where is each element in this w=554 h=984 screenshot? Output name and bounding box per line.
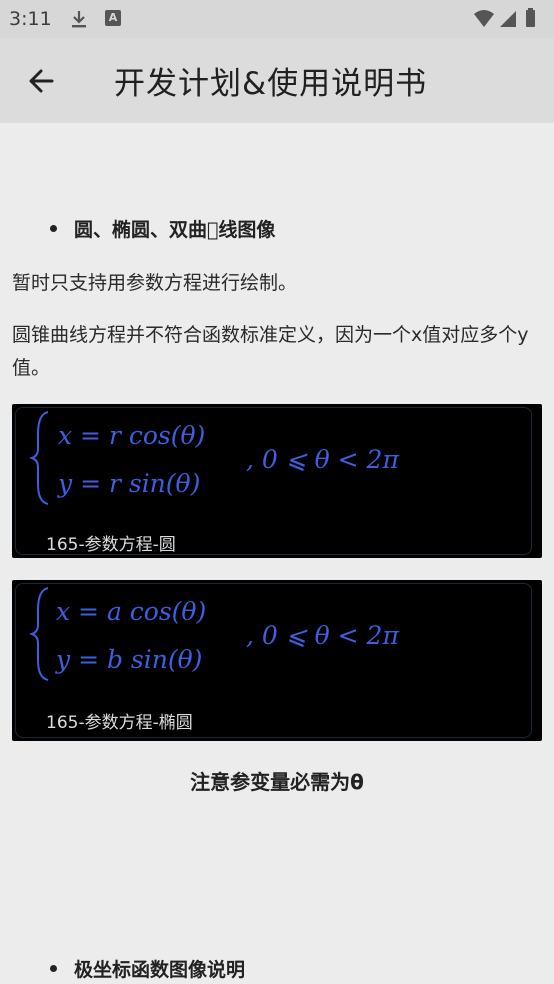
image-caption: 165-参数方程-圆 <box>46 535 176 555</box>
formula-range: , 0 ⩽ θ < 2π <box>246 621 399 650</box>
section-heading-text: 极坐标函数图像说明 <box>74 959 246 981</box>
formula-line-2: y = b sin(θ) <box>55 645 202 674</box>
formula-image-ellipse: x = a cos(θ) y = b sin(θ) , 0 ⩽ θ < 2π 1… <box>12 580 542 741</box>
app-notification-icon: A <box>105 10 121 26</box>
article-content: 圆、椭圆、双曲 线图像 暂时只支持用参数方程进行绘制。 圆锥曲线方程并不符合函数… <box>0 123 554 984</box>
app-bar: 开发计划&使用说明书 <box>0 38 554 123</box>
battery-icon <box>526 8 535 27</box>
section-heading-text: 圆、椭圆、双曲 线图像 <box>74 219 276 241</box>
section-heading-polar: 极坐标函数图像说明 <box>50 955 245 982</box>
formula-line-1: x = r cos(θ) <box>58 421 205 450</box>
image-caption: 165-参数方程-椭圆 <box>46 713 193 733</box>
signal-icon <box>500 11 516 27</box>
formula-line-2: y = r sin(θ) <box>57 469 200 498</box>
formula-range: , 0 ⩽ θ < 2π <box>246 445 399 474</box>
arrow-back-icon <box>29 69 54 93</box>
status-icons <box>472 8 542 28</box>
section-heading-conics: 圆、椭圆、双曲 线图像 <box>50 215 275 242</box>
back-button[interactable] <box>22 60 64 102</box>
paragraph-parametric-only: 暂时只支持用参数方程进行绘制。 <box>12 272 298 294</box>
wifi-icon <box>474 10 494 27</box>
paragraph-function-definition: 圆锥曲线方程并不符合函数标准定义，因为一个x值对应多个y值。 <box>12 324 529 379</box>
note-parameter-theta: 注意参变量必需为θ <box>190 770 364 794</box>
formula-image-circle: x = r cos(θ) y = r sin(θ) , 0 ⩽ θ < 2π 1… <box>12 404 542 558</box>
page-title: 开发计划&使用说明书 <box>114 66 428 102</box>
status-bar: 3:11 A <box>0 0 554 38</box>
status-time: 3:11 <box>9 8 52 30</box>
formula-line-1: x = a cos(θ) <box>56 597 206 626</box>
download-icon <box>72 11 86 28</box>
